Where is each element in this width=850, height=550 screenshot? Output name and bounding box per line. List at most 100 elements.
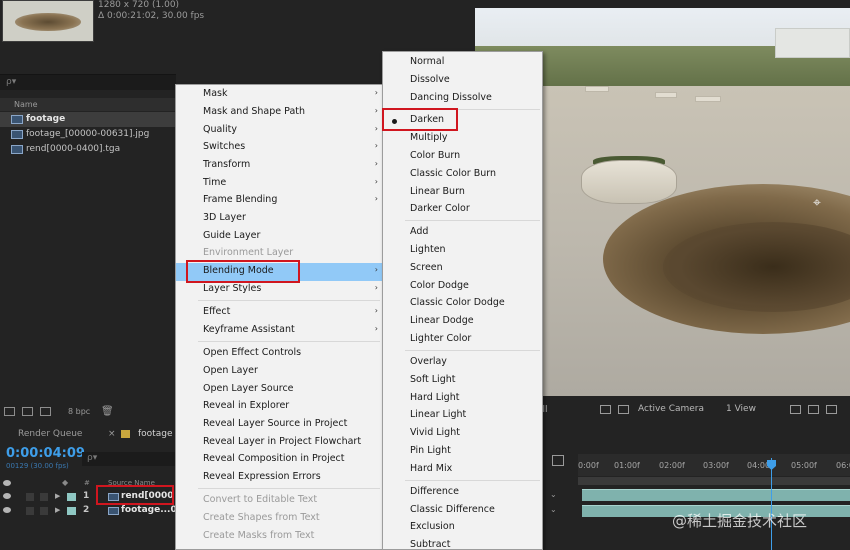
name-column-header[interactable]: Name <box>0 98 176 111</box>
timeline-toggle-icon[interactable] <box>826 405 837 414</box>
blend-mode-lighten[interactable]: Lighten <box>383 242 542 260</box>
chevron-down-icon[interactable]: ⌄ <box>550 505 557 514</box>
menu-item-label: Overlay <box>410 356 447 367</box>
blend-mode-linear-light[interactable]: Linear Light <box>383 407 542 425</box>
view-options-icon[interactable] <box>790 405 801 414</box>
blend-mode-difference[interactable]: Difference <box>383 484 542 502</box>
blend-mode-soft-light[interactable]: Soft Light <box>383 372 542 390</box>
blend-mode-overlay[interactable]: Overlay <box>383 354 542 372</box>
tab-render-queue[interactable]: Render Queue <box>18 429 82 439</box>
menu-item-open-effect-controls[interactable]: Open Effect Controls <box>176 345 382 363</box>
menu-item-mask-and-shape-path[interactable]: Mask and Shape Path › <box>176 104 382 122</box>
close-icon[interactable]: × <box>108 429 116 439</box>
transparency-grid-icon[interactable] <box>618 405 629 414</box>
callout-box-layer <box>96 485 174 505</box>
anchor-point-icon[interactable]: ⌖ <box>813 196 827 210</box>
solo-switch[interactable] <box>26 507 34 515</box>
menu-item-reveal-composition-in-project[interactable]: Reveal Composition in Project <box>176 451 382 469</box>
solo-switch[interactable] <box>26 493 34 501</box>
layer-label-color[interactable] <box>67 493 76 501</box>
chevron-right-icon: › <box>374 177 378 186</box>
project-item-rend-tga[interactable]: rend[0000-0400].tga <box>0 142 176 157</box>
blend-mode-linear-burn[interactable]: Linear Burn <box>383 184 542 202</box>
menu-item-time[interactable]: Time › <box>176 175 382 193</box>
blend-mode-multiply[interactable]: Multiply <box>383 130 542 148</box>
timeline-search-input[interactable]: ρ▾ <box>82 452 176 466</box>
blend-mode-dancing-dissolve[interactable]: Dancing Dissolve <box>383 90 542 108</box>
tab-footage-comp[interactable]: footage <box>138 429 172 439</box>
blend-mode-subtract[interactable]: Subtract <box>383 537 542 550</box>
menu-item-transform[interactable]: Transform › <box>176 157 382 175</box>
lock-switch[interactable] <box>40 493 48 501</box>
menu-item-effect[interactable]: Effect › <box>176 304 382 322</box>
menu-item-label: Difference <box>410 486 459 497</box>
menu-item-reveal-in-explorer[interactable]: Reveal in Explorer <box>176 398 382 416</box>
menu-item-label: Mask and Shape Path <box>203 106 306 117</box>
eye-icon[interactable] <box>3 507 11 513</box>
menu-item-open-layer-source[interactable]: Open Layer Source <box>176 381 382 399</box>
blend-mode-screen[interactable]: Screen <box>383 260 542 278</box>
trash-icon[interactable]: 🗑 <box>101 406 114 417</box>
blend-mode-hard-mix[interactable]: Hard Mix <box>383 461 542 479</box>
comp-mini-flowchart-icon[interactable] <box>552 455 564 466</box>
fast-previews-icon[interactable] <box>808 405 819 414</box>
lock-switch[interactable] <box>40 507 48 515</box>
blend-mode-normal[interactable]: Normal <box>383 54 542 72</box>
blend-mode-pin-light[interactable]: Pin Light <box>383 443 542 461</box>
menu-item-guide-layer[interactable]: Guide Layer <box>176 228 382 246</box>
menu-item-open-layer[interactable]: Open Layer <box>176 363 382 381</box>
layer-context-menu: Mask › Mask and Shape Path › Quality › Switche… <box>175 84 383 550</box>
menu-item-3d-layer[interactable]: 3D Layer <box>176 210 382 228</box>
layer-label-color[interactable] <box>67 507 76 515</box>
chevron-right-icon: › <box>374 265 378 274</box>
project-item-footage-jpg[interactable]: footage_[00000-00631].jpg <box>0 127 176 142</box>
bit-depth-button[interactable]: 8 bpc <box>68 407 90 416</box>
expand-arrow-icon[interactable]: ▶ <box>55 506 60 514</box>
layer-name[interactable]: footage...00 <box>121 505 183 515</box>
current-time-display[interactable]: 0:00:04:09 <box>6 446 85 461</box>
active-camera-select[interactable]: Active Camera <box>638 404 704 414</box>
blend-mode-add[interactable]: Add <box>383 224 542 242</box>
snapshot-icon[interactable] <box>600 405 611 414</box>
menu-item-label: Open Layer Source <box>203 383 294 394</box>
chevron-down-icon[interactable]: ⌄ <box>550 490 557 499</box>
blend-mode-exclusion[interactable]: Exclusion <box>383 519 542 537</box>
menu-item-mask[interactable]: Mask › <box>176 86 382 104</box>
menu-item-frame-blending[interactable]: Frame Blending › <box>176 192 382 210</box>
menu-item-layer-styles[interactable]: Layer Styles › <box>176 281 382 299</box>
blend-mode-hard-light[interactable]: Hard Light <box>383 390 542 408</box>
search-icon: ρ▾ <box>87 453 98 463</box>
view-layout-select[interactable]: 1 View <box>726 404 756 414</box>
blend-mode-classic-difference[interactable]: Classic Difference <box>383 502 542 520</box>
menu-item-reveal-layer-source-in-project[interactable]: Reveal Layer Source in Project <box>176 416 382 434</box>
work-area-bar[interactable] <box>578 477 850 485</box>
image-sequence-icon <box>11 145 23 154</box>
eye-icon[interactable] <box>3 493 11 499</box>
time-ruler[interactable]: 0:00f 01:00f 02:00f 03:00f 04:00f 05:00f… <box>578 454 850 476</box>
layer-row-2[interactable]: ▶ 2 footage...00 <box>0 504 183 518</box>
layer-bar-1[interactable] <box>582 489 850 501</box>
blend-mode-classic-color-dodge[interactable]: Classic Color Dodge <box>383 295 542 313</box>
blend-mode-linear-dodge[interactable]: Linear Dodge <box>383 313 542 331</box>
blend-mode-vivid-light[interactable]: Vivid Light <box>383 425 542 443</box>
project-search-input[interactable]: ρ▾ <box>0 74 176 90</box>
menu-item-reveal-expression-errors[interactable]: Reveal Expression Errors <box>176 469 382 487</box>
project-item-footage[interactable]: footage <box>0 112 176 127</box>
blend-mode-lighter-color[interactable]: Lighter Color <box>383 331 542 349</box>
menu-item-quality[interactable]: Quality › <box>176 122 382 140</box>
blend-mode-color-burn[interactable]: Color Burn <box>383 148 542 166</box>
menu-item-switches[interactable]: Switches › <box>176 139 382 157</box>
blend-mode-classic-color-burn[interactable]: Classic Color Burn <box>383 166 542 184</box>
blend-mode-color-dodge[interactable]: Color Dodge <box>383 278 542 296</box>
expand-arrow-icon[interactable]: ▶ <box>55 492 60 500</box>
ruler-tick: 01:00f <box>614 461 640 470</box>
new-composition-icon[interactable] <box>40 407 51 416</box>
menu-item-keyframe-assistant[interactable]: Keyframe Assistant › <box>176 322 382 340</box>
new-folder-icon[interactable] <box>22 407 33 416</box>
blend-mode-darker-color[interactable]: Darker Color <box>383 201 542 219</box>
menu-item-label: Reveal in Explorer <box>203 400 290 411</box>
menu-item-reveal-layer-in-project-flowchart[interactable]: Reveal Layer in Project Flowchart <box>176 434 382 452</box>
interpret-footage-icon[interactable] <box>4 407 15 416</box>
playhead-line[interactable] <box>771 458 772 550</box>
blend-mode-dissolve[interactable]: Dissolve <box>383 72 542 90</box>
